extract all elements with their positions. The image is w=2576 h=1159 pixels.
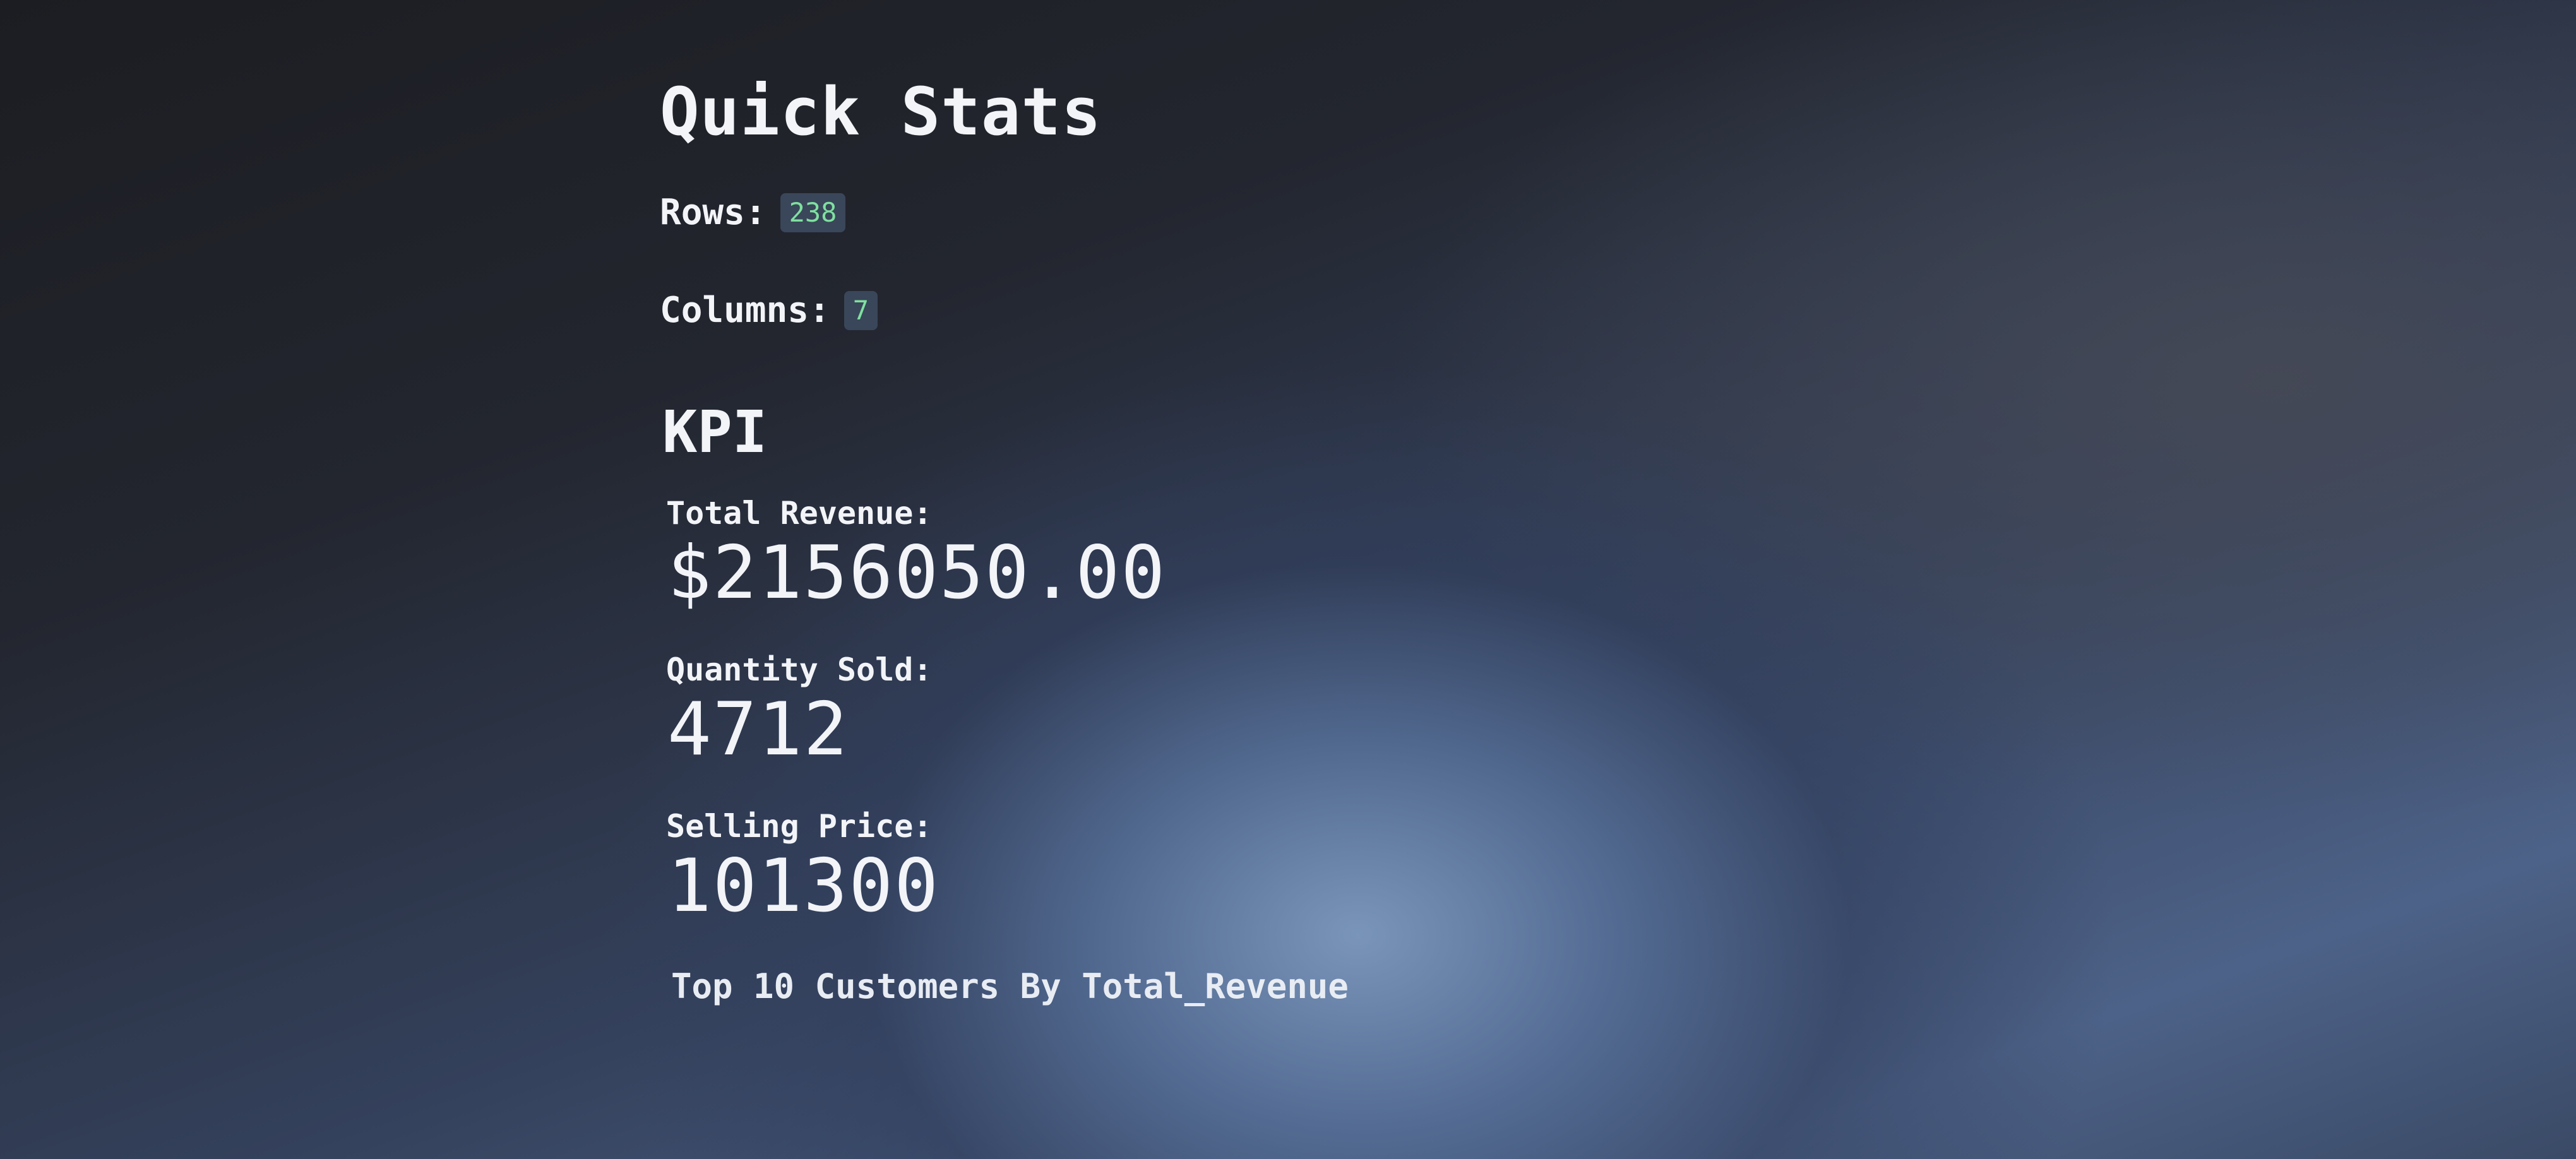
rows-count-badge: 238 xyxy=(780,193,846,232)
columns-stat: Columns: 7 xyxy=(660,290,1670,331)
total-revenue-label: Total Revenue: xyxy=(666,494,933,532)
rows-label: Rows: xyxy=(660,192,766,234)
dashboard-page: Quick Stats Rows: 238 Columns: 7 KPI Tot… xyxy=(660,76,1670,1006)
kpi-heading: KPI xyxy=(662,398,768,467)
columns-count-badge: 7 xyxy=(844,290,878,330)
total-revenue-value: $2156050.00 xyxy=(667,530,1167,615)
quantity-sold-label: Quantity Sold: xyxy=(666,651,933,688)
top-customers-heading: Top 10 Customers By Total_Revenue xyxy=(671,966,1349,1006)
columns-label: Columns: xyxy=(660,290,830,331)
selling-price-value: 101300 xyxy=(667,843,940,929)
rows-stat: Rows: 238 xyxy=(660,192,1670,233)
quantity-sold-value: 4712 xyxy=(667,686,849,772)
quick-stats-heading: Quick Stats xyxy=(660,73,1102,150)
selling-price-label: Selling Price: xyxy=(666,808,933,845)
